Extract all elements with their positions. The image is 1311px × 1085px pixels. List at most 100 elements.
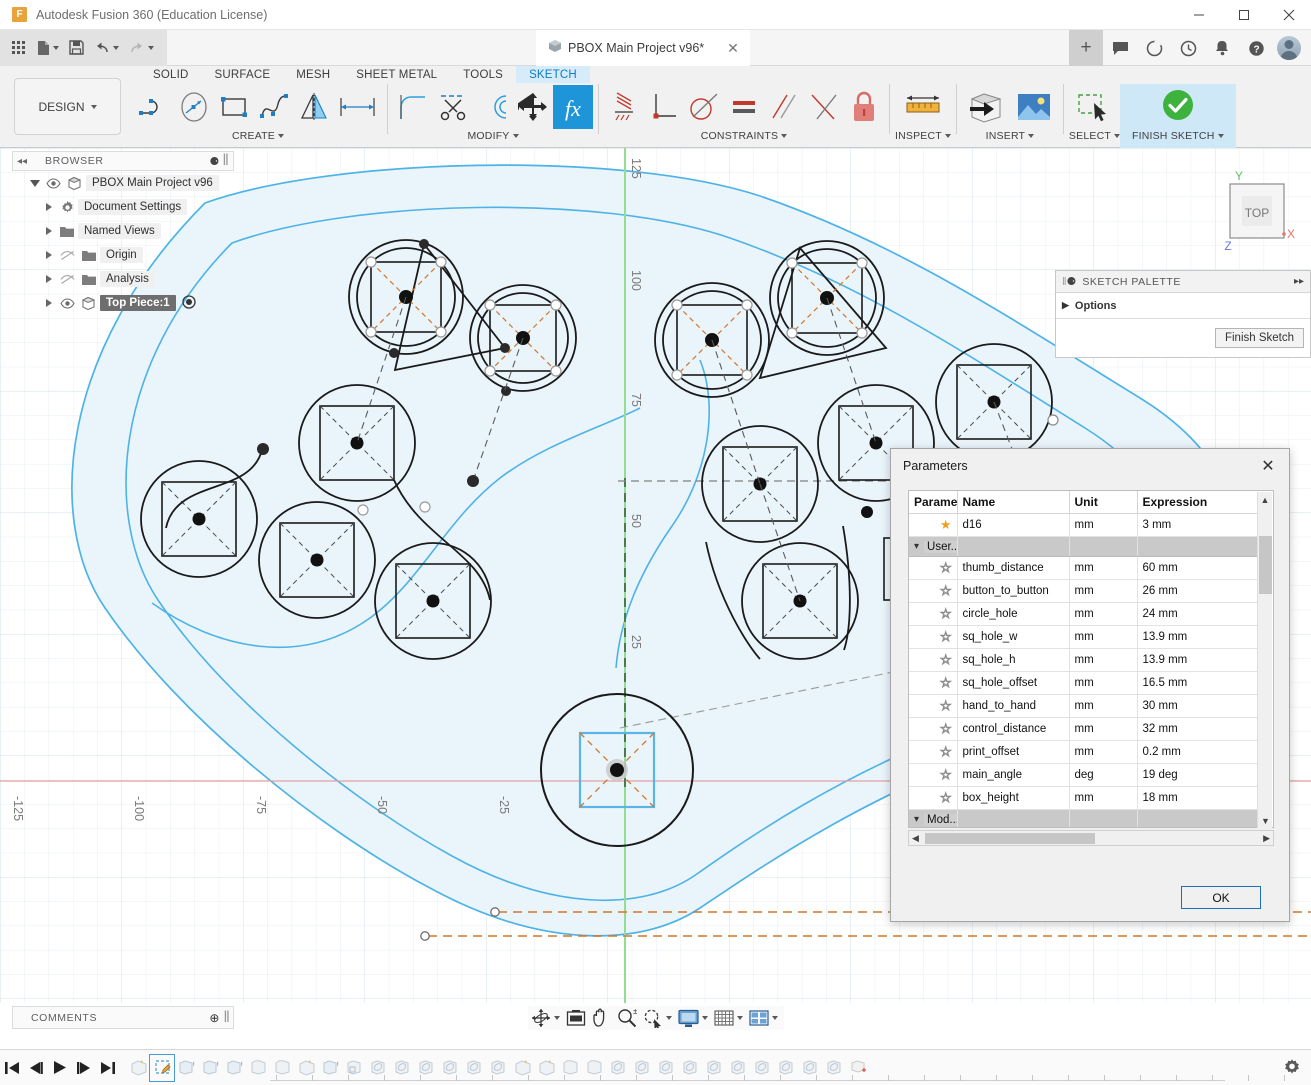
timeline-node-combine-11[interactable] [702, 1055, 726, 1081]
chevron-down-icon[interactable] [737, 1016, 743, 1020]
sketch-palette-header[interactable]: ‖ ⚈ SKETCH PALETTE ▸▸ [1056, 271, 1310, 293]
timeline-node-shell-1[interactable] [342, 1055, 366, 1081]
column-header-name[interactable]: Name [957, 491, 1069, 514]
timeline-node-combine-4[interactable] [438, 1055, 462, 1081]
mirror-icon[interactable] [294, 84, 334, 130]
chevron-down-icon[interactable]: ▾ [914, 541, 919, 552]
scroll-down-arrow-icon[interactable]: ▼ [1258, 813, 1273, 828]
parameters-table-viewport[interactable]: Paramete Name Unit Expression ★d16mm3 mm… [909, 491, 1259, 827]
chevron-down-icon[interactable] [113, 46, 119, 50]
favorite-star-hollow-icon[interactable]: ☆ [909, 764, 957, 787]
favorite-star-hollow-icon[interactable]: ☆ [909, 580, 957, 603]
parameter-expression-cell[interactable]: 16.5 mm [1137, 672, 1259, 695]
parameters-table-row[interactable]: ☆hand_to_handmm30 mm [909, 695, 1259, 718]
ribbon-group-label-insert[interactable]: INSERT [986, 130, 1035, 142]
display-settings-icon[interactable] [675, 1006, 711, 1030]
column-header-expression[interactable]: Expression [1137, 491, 1259, 514]
ribbon-group-label-constraints[interactable]: CONSTRAINTS [701, 130, 787, 142]
minimize-button[interactable] [1176, 0, 1221, 30]
parameter-name-cell[interactable]: d16 [957, 514, 1069, 537]
timeline-node-fillet-3[interactable] [558, 1055, 582, 1081]
favorite-star-hollow-icon[interactable]: ☆ [909, 787, 957, 810]
scroll-left-arrow-icon[interactable]: ◀ [912, 833, 919, 844]
timeline-node-extrude-2[interactable] [198, 1055, 222, 1081]
chevron-down-icon[interactable] [772, 1016, 778, 1020]
favorite-star-hollow-icon[interactable]: ☆ [909, 718, 957, 741]
visibility-eye-icon[interactable] [56, 298, 78, 309]
parameters-dialog[interactable]: Parameters ✕ Paramete Name Unit Expressi… [890, 448, 1290, 922]
parameter-name-cell[interactable]: box_height [957, 787, 1069, 810]
parameter-expression-cell[interactable]: 13.9 mm [1137, 626, 1259, 649]
parameter-name-cell[interactable]: print_offset [957, 741, 1069, 764]
ribbon-group-label-inspect[interactable]: INSPECT [895, 130, 951, 142]
chevron-down-icon[interactable]: ▾ [914, 814, 919, 825]
step-forward-icon[interactable] [72, 1050, 96, 1085]
timeline-node-extrude-4[interactable] [318, 1055, 342, 1081]
sketch-point-open-1[interactable] [358, 505, 368, 515]
parameter-expression-cell[interactable]: 60 mm [1137, 557, 1259, 580]
parameter-expression-cell[interactable]: 18 mm [1137, 787, 1259, 810]
parameters-table-row[interactable]: ☆button_to_buttonmm26 mm [909, 580, 1259, 603]
rectangle-icon[interactable] [214, 84, 254, 130]
help-icon[interactable]: ? [1239, 30, 1273, 66]
parameter-name-cell[interactable]: sq_hole_w [957, 626, 1069, 649]
collapse-icon[interactable]: ◂◂ [17, 156, 27, 167]
undo-icon[interactable] [89, 30, 124, 66]
measure-icon[interactable] [899, 84, 947, 130]
perpendicular-constraint-icon[interactable] [644, 84, 684, 130]
document-tab[interactable]: PBOX Main Project v96* ✕ [536, 30, 750, 66]
favorite-star-hollow-icon[interactable]: ☆ [909, 603, 957, 626]
scroll-right-arrow-icon[interactable]: ▶ [1263, 833, 1270, 844]
change-parameters-icon[interactable]: fx [553, 84, 593, 130]
favorite-star-hollow-icon[interactable]: ☆ [909, 672, 957, 695]
parameter-expression-cell[interactable]: 0.2 mm [1137, 741, 1259, 764]
expand-triangle-icon[interactable] [42, 203, 56, 211]
parameters-table-row[interactable]: ☆print_offsetmm0.2 mm [909, 741, 1259, 764]
comments-panel[interactable]: COMMENTS ⊕ ‖ [12, 1006, 234, 1029]
minus-icon[interactable]: ⚈ [1067, 275, 1077, 288]
resize-grip-icon[interactable]: ‖ [222, 152, 229, 170]
tab-mesh[interactable]: MESH [283, 66, 343, 83]
tab-surface[interactable]: SURFACE [202, 66, 284, 83]
timeline-node-combine-16[interactable] [822, 1055, 846, 1081]
notifications-bell-icon[interactable] [1205, 30, 1239, 66]
parameters-table-row[interactable]: ☆sq_hole_wmm13.9 mm [909, 626, 1259, 649]
parameter-unit-cell[interactable]: mm [1069, 514, 1137, 537]
timeline-node-sketch-4[interactable] [534, 1055, 558, 1081]
visibility-hidden-icon[interactable] [56, 274, 78, 285]
comments-panel-icon[interactable] [1103, 30, 1137, 66]
parameter-unit-cell[interactable]: mm [1069, 741, 1137, 764]
parameter-expression-cell[interactable]: 19 deg [1137, 764, 1259, 787]
trim-icon[interactable] [433, 84, 473, 130]
parameters-table-row[interactable]: ★d16mm3 mm [909, 514, 1259, 537]
parameter-name-cell[interactable]: control_distance [957, 718, 1069, 741]
timeline-node-combine-10[interactable] [678, 1055, 702, 1081]
step-back-icon[interactable] [24, 1050, 48, 1085]
parallel-constraint-icon[interactable] [764, 84, 804, 130]
avatar[interactable] [1277, 36, 1301, 60]
activate-component-radio-icon[interactable] [182, 295, 196, 312]
parameters-table-container[interactable]: Paramete Name Unit Expression ★d16mm3 mm… [908, 490, 1274, 828]
parameter-name-cell[interactable]: sq_hole_offset [957, 672, 1069, 695]
play-icon[interactable] [48, 1050, 72, 1085]
spline-icon[interactable] [254, 84, 294, 130]
finish-sketch-button[interactable]: FINISH SKETCH [1120, 84, 1236, 148]
parameter-unit-cell[interactable]: mm [1069, 787, 1137, 810]
browser-item-named-views[interactable]: Named Views [12, 219, 234, 243]
chevron-down-icon[interactable] [513, 134, 519, 138]
timeline-node-fillet-2[interactable] [270, 1055, 294, 1081]
fit-icon[interactable] [640, 1006, 675, 1030]
parameter-name-cell[interactable]: hand_to_hand [957, 695, 1069, 718]
expand-triangle-icon[interactable] [28, 180, 42, 187]
timeline-node-sketch-1[interactable] [126, 1055, 150, 1081]
expand-triangle-icon[interactable] [42, 251, 56, 259]
chevron-down-icon[interactable] [91, 105, 97, 109]
chevron-right-icon[interactable]: ▶ [1062, 300, 1069, 311]
parameter-unit-cell[interactable]: deg [1069, 764, 1137, 787]
timeline-node-marker-end[interactable] [846, 1055, 870, 1081]
browser-item-origin[interactable]: Origin [12, 243, 234, 267]
recent-icon[interactable] [1171, 30, 1205, 66]
new-tab-button[interactable]: + [1069, 30, 1103, 66]
browser-item-top-piece[interactable]: Top Piece:1 [12, 291, 234, 315]
insert-derive-icon[interactable] [962, 84, 1010, 130]
